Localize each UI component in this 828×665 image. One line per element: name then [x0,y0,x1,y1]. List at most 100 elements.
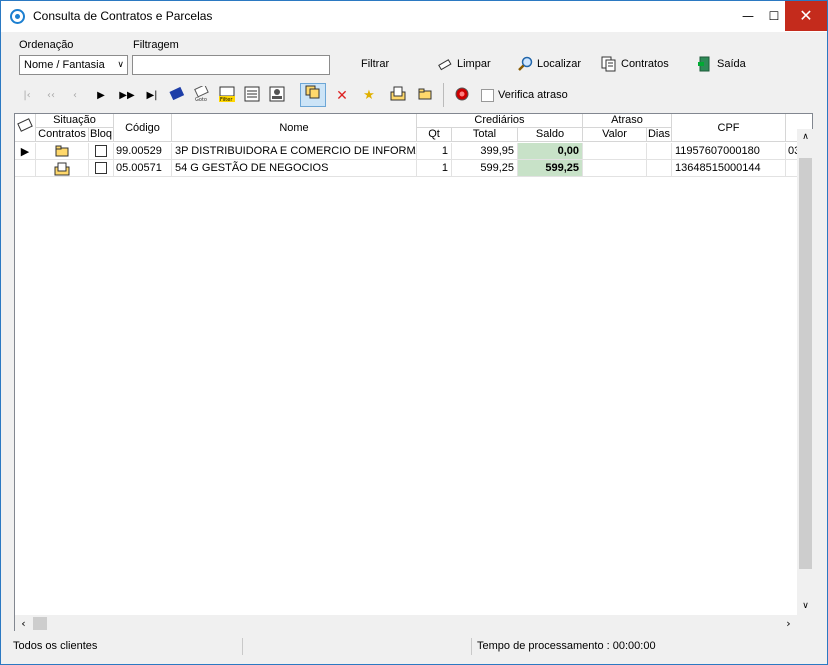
filter-icon[interactable]: Filter [217,86,237,106]
header-nome[interactable]: Nome [172,114,417,142]
table-row-total: 399,95 [452,143,518,160]
verifica-atraso-label: Verifica atraso [498,89,568,101]
scroll-corner [797,615,814,632]
table-row-total: 599,25 [452,160,518,177]
exit-door-icon [697,56,713,72]
table-row-nome: 3P DISTRIBUIDORA E COMERCIO DE INFORMAT [172,143,417,160]
documents-folder-icon[interactable] [388,86,408,106]
chevron-down-icon: ∨ [117,59,124,69]
status-bar: Todos os clientes Tempo de processamento… [1,636,827,656]
bloq-checkbox[interactable] [95,145,107,157]
next-record-button[interactable]: ▶ [91,86,111,106]
localizar-label: Localizar [537,58,582,70]
header-bloq[interactable]: Bloq [89,128,114,142]
first-record-button[interactable]: |‹ [17,86,37,106]
table-row-valor [583,143,647,160]
next-page-button[interactable]: ▶▶ [117,86,137,106]
table-row-bloq[interactable] [89,160,114,177]
detail-view-icon[interactable] [267,86,287,106]
scroll-up-icon[interactable]: ∧ [797,129,814,146]
header-cpf[interactable]: CPF [672,114,786,142]
bookmark-icon[interactable] [167,86,187,106]
list-view-icon[interactable] [242,86,262,106]
filtrar-button[interactable]: Filtrar [361,55,389,73]
horizontal-scroll-thumb[interactable] [33,617,47,630]
table-row-documents-folder-icon[interactable] [36,160,89,177]
prior-page-button[interactable]: ‹‹ [41,86,61,106]
filtragem-input[interactable] [132,55,330,75]
window-title: Consulta de Contratos e Parcelas [33,9,213,23]
prior-record-button[interactable]: ‹ [65,86,85,106]
horizontal-scrollbar[interactable]: ‹ › [15,615,797,632]
localizar-button[interactable]: Localizar [517,55,581,73]
row-indicator [15,160,36,177]
ordenacao-select[interactable]: Nome / Fantasia ∨ [19,55,128,75]
copy-records-button[interactable] [300,83,326,107]
svg-text:Filter: Filter [220,97,233,102]
delete-icon[interactable]: ✕ [332,86,352,106]
svg-text:Goto: Goto [195,97,207,102]
row-indicator: ▶ [15,143,36,160]
toolbar-separator [443,83,444,107]
folder-icon[interactable] [415,86,435,106]
status-middle [243,638,472,655]
maximize-button[interactable]: ☐ [760,1,788,31]
table-row-dias [647,160,672,177]
vertical-scrollbar[interactable]: ∧ ∨ [797,129,814,615]
bloq-checkbox[interactable] [95,162,107,174]
goto-icon[interactable]: Goto [192,84,212,106]
vertical-scroll-thumb[interactable] [799,158,812,569]
main-window: Consulta de Contratos e Parcelas — ☐ ✕ O… [0,0,828,665]
app-icon [10,9,25,24]
table-row-nome: 54 G GESTÃO DE NEGOCIOS [172,160,417,177]
contratos-label: Contratos [621,58,669,70]
header-situacao: Situação [36,114,114,128]
verifica-atraso-checkbox[interactable] [481,89,494,102]
saida-button[interactable]: Saída [697,55,746,73]
table-row-cpf: 13648515000144 [672,160,786,177]
minimize-button[interactable]: — [734,1,762,31]
filtragem-label: Filtragem [133,39,179,51]
status-filter-text: Todos os clientes [1,638,243,655]
limpar-label: Limpar [457,58,491,70]
header-atraso: Atraso [583,114,672,128]
scroll-left-icon[interactable]: ‹ [15,615,32,632]
eraser-icon [437,56,453,72]
data-grid[interactable]: Situação Contratos Bloq Código Nome Cred… [14,113,813,631]
table-row-saldo: 0,00 [518,143,583,160]
limpar-button[interactable]: Limpar [437,55,491,73]
table-row-qt: 1 [417,160,452,177]
status-processing-time: Tempo de processamento : 00:00:00 [477,640,656,652]
header-dias[interactable]: Dias [647,128,672,142]
record-icon[interactable] [452,86,472,106]
table-row-codigo: 05.00571 [114,160,172,177]
table-row-bloq[interactable] [89,143,114,160]
table-row-folder-icon[interactable] [36,143,89,160]
close-button[interactable]: ✕ [785,1,827,31]
header-codigo[interactable]: Código [114,114,172,142]
table-row-valor [583,160,647,177]
table-row-codigo: 99.00529 [114,143,172,160]
ordenacao-value: Nome / Fantasia [24,59,105,71]
header-crediarios: Crediários [417,114,583,128]
scroll-right-icon[interactable]: › [780,615,797,632]
ordenacao-label: Ordenação [19,39,74,51]
saida-label: Saída [717,58,746,70]
contratos-button[interactable]: Contratos [601,55,669,73]
scroll-down-icon[interactable]: ∨ [797,598,814,615]
documents-icon [601,56,617,72]
header-saldo[interactable]: Saldo [518,128,583,142]
title-bar: Consulta de Contratos e Parcelas — ☐ ✕ [1,1,827,32]
table-row-cpf: 11957607000180 [672,143,786,160]
header-valor[interactable]: Valor [583,128,647,142]
grid-corner-cell [15,114,36,142]
header-qt[interactable]: Qt [417,128,452,142]
table-row-saldo: 599,25 [518,160,583,177]
last-record-button[interactable]: ▶| [142,86,162,106]
magnifier-icon [517,56,533,72]
table-row-dias [647,143,672,160]
star-icon[interactable]: ★ [359,86,379,106]
header-contratos[interactable]: Contratos [36,128,89,142]
filtrar-label: Filtrar [361,58,390,70]
header-total[interactable]: Total [452,128,518,142]
